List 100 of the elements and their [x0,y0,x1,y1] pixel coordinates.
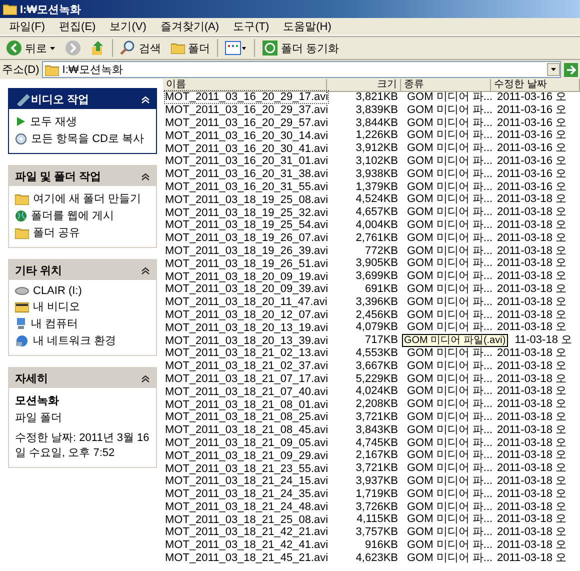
file-size: 772KB [364,244,399,258]
file-name[interactable]: MOT_2011_03_18_21_08_25.avi [165,411,328,424]
menu-item[interactable]: 도구(T) [226,19,276,34]
folder-icon [15,226,29,238]
sync-button[interactable]: 폴더 동기화 [259,38,342,58]
file-name[interactable]: MOT_2011_03_18_19_26_07.avi [165,232,328,244]
file-name[interactable]: MOT_2011_03_16_20_30_14.avi [165,130,328,142]
file-size: 5,229KB [354,372,399,386]
collapse-icon[interactable] [141,266,150,274]
search-button[interactable]: 검색 [117,38,164,58]
tooltip: GOM 미디어 파일(.avi) [402,334,508,348]
file-name[interactable]: MOT_2011_03_18_19_26_51.avi [165,258,328,270]
task-link[interactable]: 내 비디오 [15,299,150,314]
file-name[interactable]: MOT_2011_03_16_20_31_01.avi [165,155,328,168]
task-link[interactable]: 모두 재생 [15,114,150,129]
file-name[interactable]: MOT_2011_03_18_20_13_19.avi [165,322,328,334]
collapse-icon[interactable] [141,172,150,180]
file-type: GOM 미디어 파... [406,474,491,488]
panel-header[interactable]: 비디오 작업 [9,89,156,109]
file-date: 2011-03-18 오 [496,398,568,411]
task-link[interactable]: 내 네트워크 환경 [15,333,150,348]
file-type: GOM 미디어 파... [406,296,491,309]
file-name[interactable]: MOT_2011_03_18_19_25_32.avi [165,206,328,219]
menu-item[interactable]: 편집(E) [52,19,103,34]
file-name[interactable]: MOT_2011_03_18_21_24_35.avi [165,488,328,500]
file-name[interactable]: MOT_2011_03_18_21_24_48.avi [165,500,328,513]
panel-header[interactable]: 자세히 [9,368,156,388]
file-size: 717KB [364,334,399,347]
file-name[interactable]: MOT_2011_03_18_21_23_55.avi [165,462,328,474]
panel-header[interactable]: 기타 위치 [9,260,156,280]
file-name[interactable]: MOT_2011_03_18_21_09_29.avi [165,450,328,462]
file-name[interactable]: MOT_2011_03_18_20_09_19.avi [165,270,328,283]
menu-item[interactable]: 보기(V) [102,19,154,34]
file-name[interactable]: MOT_2011_03_18_21_45_21.avi [165,552,328,564]
file-date: 2011-03-16 오 [496,91,568,104]
file-type: GOM 미디어 파... [406,398,491,411]
file-name[interactable]: MOT_2011_03_18_19_26_39.avi [165,244,328,257]
file-name[interactable]: MOT_2011_03_16_20_29_37.avi [165,104,328,116]
panel-header[interactable]: 파일 및 폴더 작업 [9,166,156,186]
file-size: 4,657KB [354,206,399,219]
collapse-icon[interactable] [141,374,150,382]
file-name[interactable]: MOT_2011_03_18_21_08_01.avi [165,398,328,411]
column-header[interactable]: 크기 [327,79,401,92]
task-link[interactable]: 여기에 새 폴더 만들기 [15,191,150,206]
folder-icon [171,42,185,54]
task-link[interactable]: 모든 항목을 CD로 복사 [15,131,150,146]
file-name[interactable]: MOT_2011_03_16_20_31_55.avi [165,180,328,193]
file-name[interactable]: MOT_2011_03_18_20_11_47.avi [165,296,328,308]
folder-type: 파일 폴더 [15,411,64,425]
file-name[interactable]: MOT_2011_03_18_21_02_37.avi [165,360,328,372]
dropdown-button[interactable] [547,63,560,76]
task-link[interactable]: CLAIR (I:) [15,285,150,297]
file-name[interactable]: MOT_2011_03_18_21_07_40.avi [165,386,328,398]
column-header[interactable]: 수정한 날짜 [491,79,580,92]
task-link[interactable]: 내 컴퓨터 [15,316,150,331]
column-header[interactable]: 이름 [163,79,327,92]
file-type: GOM 미디어 파... [406,270,491,283]
file-date: 2011-03-18 오 [496,538,568,552]
file-name[interactable]: MOT_2011_03_18_21_02_13.avi [165,347,328,360]
file-type: GOM 미디어 파... [406,346,491,360]
file-name[interactable]: MOT_2011_03_18_21_24_15.avi [165,475,328,488]
file-type: GOM 미디어 파... [406,308,491,322]
task-link[interactable]: 폴더를 웹에 게시 [15,208,150,223]
file-name[interactable]: MOT_2011_03_18_21_42_21.avi [165,526,328,538]
file-type: GOM 미디어 파... [406,257,491,270]
cd-icon [15,132,27,144]
file-name[interactable]: MOT_2011_03_16_20_29_57.avi [165,116,328,129]
file-name[interactable]: MOT_2011_03_18_21_08_45.avi [165,424,328,436]
back-button[interactable]: 뒤로 [3,38,58,58]
drive-icon [15,287,29,295]
menu-item[interactable]: 도움말(H) [276,19,338,34]
file-name[interactable]: MOT_2011_03_18_21_07_17.avi [165,372,328,385]
file-name[interactable]: MOT_2011_03_18_20_13_39.avi [165,334,328,347]
panel-title: 비디오 작업 [31,92,90,106]
folder-icon [15,192,29,204]
file-name[interactable]: MOT_2011_03_18_21_42_41.avi [165,539,328,552]
go-arrow-icon[interactable] [564,62,578,76]
file-size: 691KB [364,282,399,296]
menu-item[interactable]: 즐겨찾기(A) [153,19,226,34]
folders-button[interactable]: 폴더 [168,38,213,58]
file-type: GOM 미디어 파... [406,206,491,219]
caret-icon [551,68,556,71]
menu-item[interactable]: 파일(F) [2,19,52,34]
file-name[interactable]: MOT_2011_03_16_20_31_38.avi [165,168,328,180]
file-name[interactable]: MOT_2011_03_18_21_09_05.avi [165,436,328,449]
file-type: GOM 미디어 파... [406,360,491,373]
task-link[interactable]: 폴더 공유 [15,225,150,240]
file-name[interactable]: MOT_2011_03_16_20_30_41.avi [165,142,328,155]
address-field[interactable]: I:₩모션녹화 [42,61,561,78]
file-name[interactable]: MOT_2011_03_18_19_25_54.avi [165,219,328,232]
file-name[interactable]: MOT_2011_03_18_21_25_08.avi [165,514,328,526]
globe-icon [15,210,27,222]
file-name[interactable]: MOT_2011_03_18_19_25_08.avi [165,194,328,206]
file-size: 4,524KB [354,193,399,206]
file-size: 3,912KB [354,142,399,155]
file-size: 3,102KB [354,154,399,168]
file-name[interactable]: MOT_2011_03_18_20_09_39.avi [165,283,328,296]
column-header[interactable]: 종류 [401,79,491,92]
file-name[interactable]: MOT_2011_03_18_20_12_07.avi [165,308,328,321]
file-name[interactable]: MOT_2011_03_16_20_29_17.avi [165,91,328,104]
